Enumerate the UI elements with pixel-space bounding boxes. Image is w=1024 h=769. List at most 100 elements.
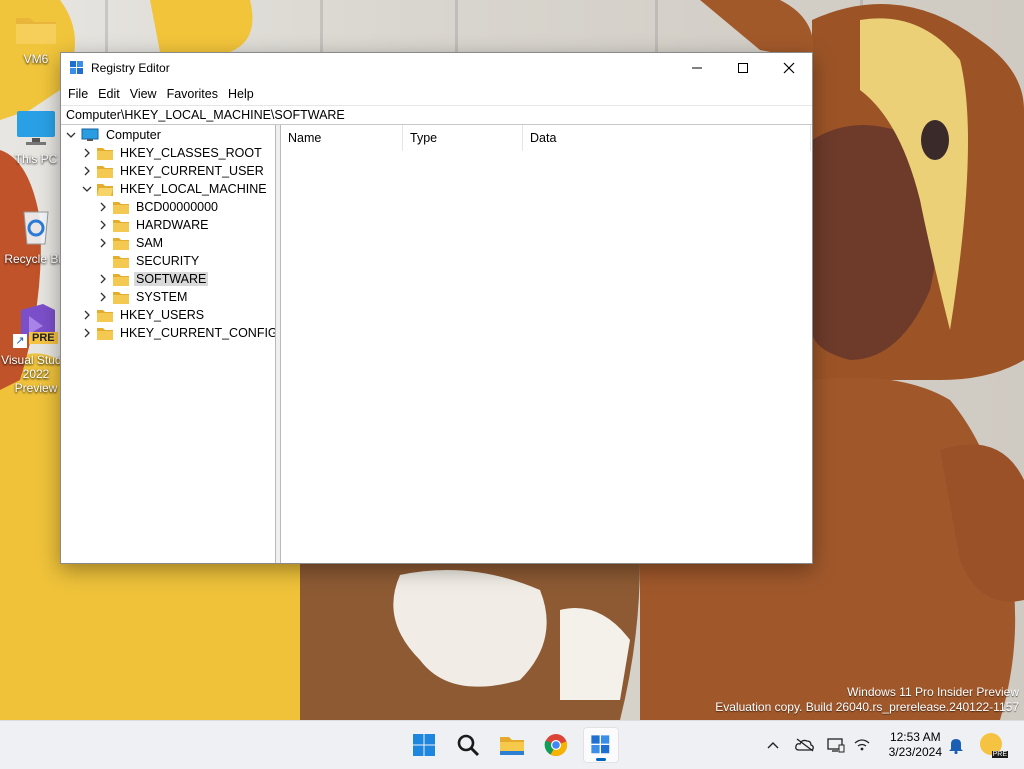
start-button[interactable] (406, 727, 442, 763)
tree-item-security[interactable]: SECURITY (97, 252, 201, 270)
display-icon (827, 738, 845, 753)
minimize-button[interactable] (674, 53, 720, 83)
chevron-right-icon[interactable] (81, 306, 93, 324)
window-title: Registry Editor (91, 61, 170, 75)
chevron-right-icon[interactable] (81, 162, 93, 180)
registry-editor-window: Registry Editor File Edit View Favorites… (60, 52, 813, 564)
maximize-icon (738, 63, 748, 73)
build-watermark: Windows 11 Pro Insider Preview Evaluatio… (715, 685, 1019, 715)
registry-editor-icon (591, 735, 610, 754)
folder-icon (113, 291, 129, 304)
search-icon (457, 734, 480, 757)
folder-open-icon (97, 183, 113, 196)
chevron-right-icon[interactable] (81, 144, 93, 162)
show-hidden-icons-button[interactable] (762, 721, 784, 769)
minimize-icon (692, 67, 702, 69)
value-list[interactable]: Name Type Data (281, 125, 812, 563)
tree-item-hkey-classes-root[interactable]: HKEY_CLASSES_ROOT (81, 144, 264, 162)
key-tree[interactable]: Computer HKEY_CLASSES_ROOT HKEY_CURRENT_… (61, 125, 276, 563)
tree-item-software[interactable]: SOFTWARE (97, 270, 209, 288)
close-button[interactable] (766, 53, 812, 83)
tree-item-label: HKEY_LOCAL_MACHINE (120, 182, 267, 196)
chrome-button[interactable] (538, 727, 574, 763)
folder-icon (113, 237, 129, 250)
tree-item-label: HKEY_CLASSES_ROOT (120, 146, 262, 160)
chevron-right-icon[interactable] (97, 198, 109, 216)
tree-item-sam[interactable]: SAM (97, 234, 165, 252)
column-header-data[interactable]: Data (523, 125, 811, 151)
tree-item-hkey-users[interactable]: HKEY_USERS (81, 306, 206, 324)
taskbar: 12:53 AM 3/23/2024 PRE (0, 720, 1024, 769)
folder-icon (97, 309, 113, 322)
tree-item-label: SAM (136, 236, 164, 250)
tree-item-system[interactable]: SYSTEM (97, 288, 189, 306)
chevron-down-icon[interactable] (65, 126, 77, 144)
folder-icon (97, 147, 113, 160)
recycle-bin-icon (23, 211, 49, 245)
menu-bar: File Edit View Favorites Help (61, 83, 812, 105)
active-indicator (596, 758, 606, 761)
folder-icon (97, 327, 113, 340)
column-header-name[interactable]: Name (281, 125, 403, 151)
tree-item-label: SOFTWARE (134, 272, 209, 286)
maximize-button[interactable] (720, 53, 766, 83)
network-icon (854, 739, 870, 751)
chevron-down-icon[interactable] (81, 180, 93, 198)
registry-editor-taskbar-button[interactable] (583, 727, 619, 763)
chevron-right-icon[interactable] (81, 324, 93, 342)
tree-item-hkey-current-config[interactable]: HKEY_CURRENT_CONFIG (81, 324, 276, 342)
chevron-right-icon[interactable] (97, 270, 109, 288)
computer-icon (81, 128, 99, 141)
folder-icon (16, 18, 56, 44)
tree-item-hardware[interactable]: HARDWARE (97, 216, 210, 234)
file-explorer-icon (500, 737, 524, 755)
clock[interactable]: 12:53 AM 3/23/2024 (889, 730, 942, 760)
address-bar[interactable]: Computer\HKEY_LOCAL_MACHINE\SOFTWARE (61, 105, 812, 124)
folder-icon (97, 165, 113, 178)
chevron-right-icon[interactable] (97, 288, 109, 306)
editor-panes: Computer HKEY_CLASSES_ROOT HKEY_CURRENT_… (61, 124, 812, 563)
tree-item-label: SYSTEM (136, 290, 188, 304)
chevron-right-icon[interactable] (97, 234, 109, 252)
notifications-button[interactable] (945, 721, 967, 769)
menu-file[interactable]: File (63, 87, 93, 101)
tree-item-label: HKEY_CURRENT_CONFIG (120, 326, 276, 340)
tree-item-label: HKEY_CURRENT_USER (120, 164, 264, 178)
shortcut-arrow-icon: ↗ (13, 334, 27, 348)
chevron-up-icon (767, 742, 779, 749)
insider-preview-button[interactable]: PRE (978, 721, 1008, 769)
chevron-right-icon[interactable] (97, 216, 109, 234)
tree-item-hkey-current-user[interactable]: HKEY_CURRENT_USER (81, 162, 266, 180)
tree-item-bcd00000000[interactable]: BCD00000000 (97, 198, 220, 216)
pre-badge: PRE (991, 751, 1008, 758)
column-header-type[interactable]: Type (403, 125, 523, 151)
menu-help[interactable]: Help (223, 87, 259, 101)
onedrive-offline-icon (795, 738, 814, 752)
insider-pre-icon: PRE (980, 733, 1008, 758)
network-button[interactable] (851, 721, 873, 769)
watermark-edition: Windows 11 Pro Insider Preview (847, 685, 1019, 699)
start-icon (413, 734, 435, 756)
file-explorer-button[interactable] (494, 727, 530, 763)
tree-item-label: HKEY_USERS (120, 308, 205, 322)
tree-item-hkey-local-machine[interactable]: HKEY_LOCAL_MACHINE (81, 180, 269, 198)
tree-item-computer[interactable]: Computer (65, 126, 163, 144)
title-bar[interactable]: Registry Editor (61, 53, 812, 83)
notification-bell-icon (949, 739, 963, 754)
search-button[interactable] (450, 727, 486, 763)
menu-favorites[interactable]: Favorites (162, 87, 223, 101)
display-button[interactable] (825, 721, 847, 769)
monitor-icon (17, 111, 55, 145)
registry-editor-icon (70, 61, 83, 74)
column-headers: Name Type Data (281, 125, 812, 152)
tree-item-label: HARDWARE (136, 218, 209, 232)
chrome-icon (544, 734, 568, 757)
tree-item-label: BCD00000000 (136, 200, 219, 214)
menu-edit[interactable]: Edit (93, 87, 125, 101)
folder-icon (113, 273, 129, 286)
folder-icon (113, 255, 129, 268)
folder-icon (113, 201, 129, 214)
clock-date: 3/23/2024 (888, 745, 942, 759)
menu-view[interactable]: View (125, 87, 162, 101)
onedrive-button[interactable] (793, 721, 817, 769)
